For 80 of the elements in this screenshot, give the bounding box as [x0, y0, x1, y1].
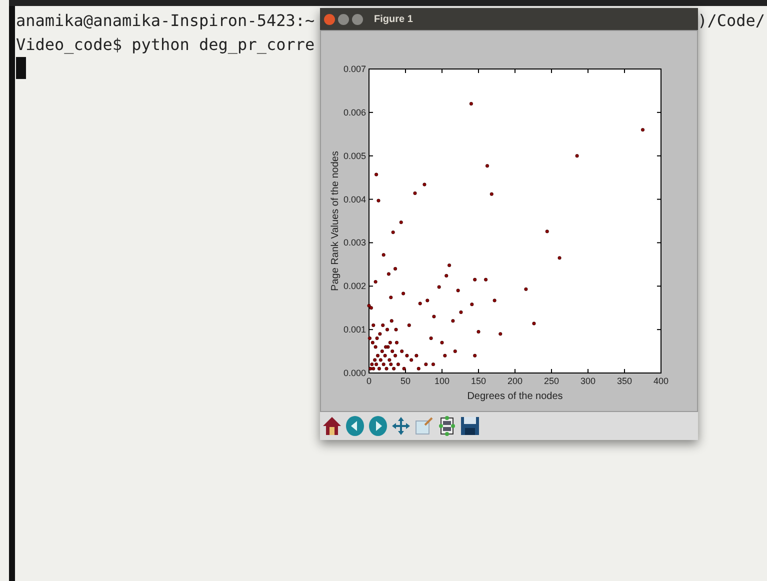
y-tick-label: 0.006 [343, 107, 366, 118]
data-point [469, 102, 473, 106]
data-point [485, 164, 490, 168]
data-point [407, 323, 411, 328]
data-point [473, 278, 477, 282]
data-point [524, 287, 528, 291]
close-button[interactable] [324, 14, 335, 24]
data-point [422, 182, 426, 186]
data-point [492, 298, 496, 302]
data-point [424, 362, 428, 366]
data-point [402, 366, 406, 370]
data-point [490, 192, 494, 196]
maximize-button[interactable] [352, 14, 363, 24]
data-point [532, 322, 536, 326]
y-tick-label: 0.005 [343, 150, 366, 161]
data-point [448, 264, 452, 268]
data-point [399, 220, 403, 224]
data-point [470, 302, 474, 306]
terminal-line: Video_code$ python deg_pr_corre [16, 34, 315, 56]
data-point [498, 332, 502, 336]
data-point [575, 154, 579, 158]
data-point [443, 354, 447, 358]
data-point [382, 253, 386, 257]
x-tick-label: 200 [507, 376, 523, 386]
minimize-button[interactable] [338, 14, 349, 24]
x-tick-label: 350 [616, 376, 632, 386]
x-tick-label: 300 [580, 376, 596, 386]
data-point [444, 274, 448, 278]
configure-icon[interactable] [436, 415, 458, 437]
data-point [484, 278, 488, 282]
y-tick-label: 0.002 [343, 281, 366, 292]
y-tick-label: 0.001 [343, 324, 366, 335]
data-point [545, 230, 549, 234]
data-point [372, 323, 376, 328]
x-tick-label: 50 [400, 376, 410, 386]
data-point [453, 349, 457, 354]
data-point [374, 172, 378, 176]
y-tick-label: 0.007 [343, 64, 366, 74]
y-tick-label: 0.004 [343, 194, 366, 204]
y-axis-label: Page Rank Values of the nodes [330, 151, 341, 291]
data-point [376, 198, 380, 202]
data-point [402, 292, 406, 296]
data-point [390, 319, 394, 323]
data-point [440, 340, 444, 344]
data-point [418, 302, 422, 306]
home-icon[interactable] [321, 415, 343, 437]
window-title: Figure 1 [374, 12, 413, 26]
data-point [431, 362, 436, 366]
data-point [451, 319, 455, 323]
x-tick-label: 0 [366, 376, 372, 386]
data-point [374, 280, 378, 284]
data-point [473, 354, 477, 358]
data-point [429, 336, 433, 340]
x-tick-label: 150 [470, 376, 486, 386]
data-point [426, 298, 430, 302]
data-point [413, 191, 417, 195]
terminal-line: )/Code/ [698, 10, 765, 32]
data-point [386, 272, 390, 276]
data-point [416, 366, 420, 370]
y-tick-label: 0.003 [343, 238, 366, 248]
terminal-line: anamika@anamika-Inspiron-5423:~ [16, 10, 315, 32]
data-point [391, 230, 395, 234]
x-tick-label: 100 [434, 376, 450, 386]
data-point [394, 328, 398, 332]
data-point [456, 288, 460, 292]
x-tick-label: 400 [653, 376, 669, 386]
data-point [432, 314, 436, 318]
x-axis-label: Degrees of the nodes [467, 391, 563, 402]
y-tick-label: 0.000 [343, 368, 366, 378]
x-tick-label: 250 [544, 376, 560, 386]
data-point [437, 285, 441, 289]
data-point [476, 330, 480, 334]
save-icon[interactable] [459, 415, 481, 437]
data-point [389, 296, 393, 300]
data-point [393, 266, 398, 271]
data-point [394, 340, 399, 344]
data-point [558, 256, 562, 260]
data-point [640, 128, 645, 132]
data-point [459, 310, 463, 314]
move-icon[interactable] [390, 415, 412, 437]
